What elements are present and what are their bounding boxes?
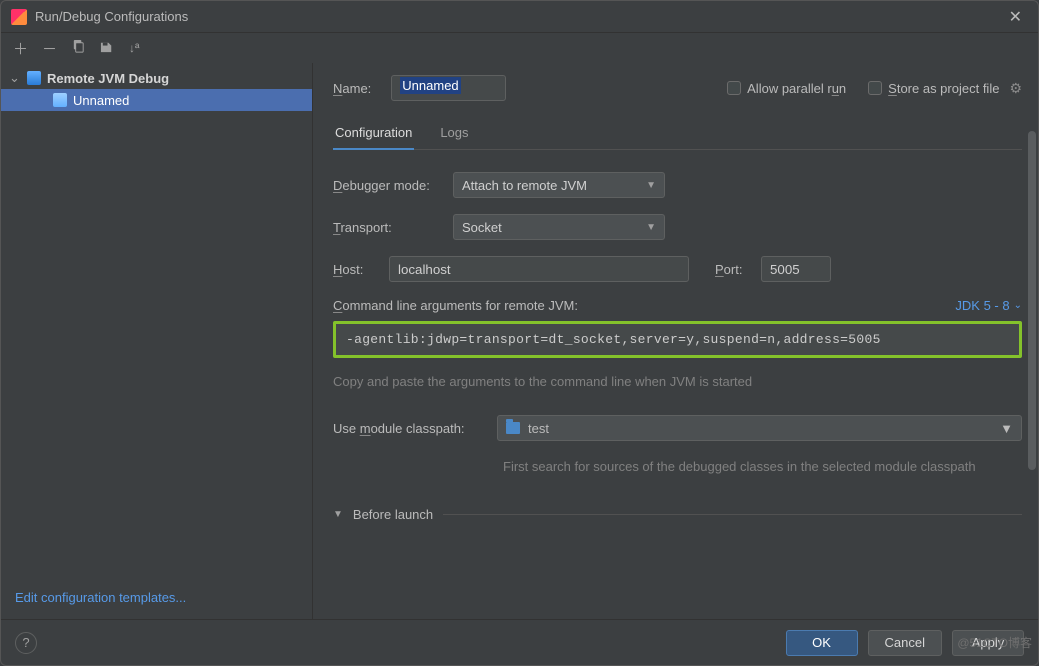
transport-select[interactable]: Socket ▼ [453, 214, 665, 240]
config-toolbar: ＋ － ↓ª [1, 33, 1038, 63]
gear-icon[interactable]: ⚙ [1009, 80, 1022, 97]
transport-label: Transport: [333, 220, 453, 235]
tree-item-unnamed[interactable]: Unnamed [1, 89, 312, 111]
ok-button[interactable]: OK [786, 630, 858, 656]
host-label: Host: [333, 262, 389, 277]
debugger-mode-label: Debugger mode: [333, 178, 453, 193]
copy-config-button[interactable] [71, 39, 86, 58]
debugger-mode-select[interactable]: Attach to remote JVM ▼ [453, 172, 665, 198]
cancel-button[interactable]: Cancel [868, 630, 942, 656]
host-field[interactable] [389, 256, 689, 282]
module-hint: First search for sources of the debugged… [503, 457, 1022, 477]
titlebar: Run/Debug Configurations ✕ [1, 1, 1038, 33]
chevron-down-icon: ▼ [333, 509, 343, 520]
cmd-args-label: Command line arguments for remote JVM: [333, 298, 578, 313]
chevron-down-icon: ▼ [646, 180, 656, 191]
allow-parallel-checkbox[interactable]: Allow parallel run [727, 81, 846, 96]
chevron-down-icon: ▼ [1000, 421, 1013, 436]
cmd-hint: Copy and paste the arguments to the comm… [333, 374, 1022, 389]
close-icon[interactable]: ✕ [1003, 5, 1028, 29]
module-classpath-value: test [528, 421, 549, 436]
jdk-version-value: JDK 5 - 8 [955, 298, 1009, 313]
jdk-version-select[interactable]: JDK 5 - 8 ⌄ [955, 298, 1022, 313]
edit-templates-link[interactable]: Edit configuration templates... [15, 590, 186, 605]
tab-configuration[interactable]: Configuration [333, 119, 414, 150]
allow-parallel-label: Allow parallel run [747, 81, 846, 96]
name-value: Unnamed [400, 77, 460, 94]
config-tree-panel: ⌄ Remote JVM Debug Unnamed Edit configur… [1, 63, 313, 619]
apply-button[interactable]: Apply [952, 630, 1024, 656]
scrollbar-thumb[interactable] [1028, 131, 1036, 470]
save-config-button[interactable] [100, 39, 115, 58]
app-icon [11, 9, 27, 25]
port-field[interactable] [761, 256, 831, 282]
store-as-file-label: Store as project file [888, 81, 999, 96]
name-label: Name: [333, 81, 371, 96]
dialog-buttons: ? OK Cancel Apply [1, 619, 1038, 665]
divider [443, 514, 1022, 515]
tree-child-label: Unnamed [73, 93, 129, 108]
add-config-button[interactable]: ＋ [13, 38, 28, 59]
checkbox-icon [868, 81, 882, 95]
remove-config-button[interactable]: － [42, 38, 57, 59]
chevron-down-icon: ▼ [646, 222, 656, 233]
debugger-mode-value: Attach to remote JVM [462, 178, 587, 193]
cmd-args-box[interactable]: -agentlib:jdwp=transport=dt_socket,serve… [333, 321, 1022, 358]
store-as-file-checkbox[interactable]: Store as project file [868, 81, 999, 96]
config-form-panel: Name: Unnamed Allow parallel run Store a… [313, 63, 1038, 619]
window-title: Run/Debug Configurations [35, 9, 1003, 24]
scrollbar[interactable] [1028, 131, 1036, 615]
sort-config-button[interactable]: ↓ª [129, 41, 139, 55]
checkbox-icon [727, 81, 741, 95]
tree-parent-remote-jvm[interactable]: ⌄ Remote JVM Debug [1, 67, 312, 89]
remote-debug-icon [27, 71, 41, 85]
chevron-down-icon: ⌄ [9, 70, 21, 86]
before-launch-label: Before launch [353, 507, 433, 522]
tree-parent-label: Remote JVM Debug [47, 71, 169, 86]
module-classpath-label: Use module classpath: [333, 421, 497, 436]
before-launch-section[interactable]: ▼ Before launch [333, 507, 1022, 522]
remote-debug-icon [53, 93, 67, 107]
module-classpath-select[interactable]: test ▼ [497, 415, 1022, 441]
chevron-down-icon: ⌄ [1014, 300, 1022, 311]
help-button[interactable]: ? [15, 632, 37, 654]
port-label: Port: [715, 262, 761, 277]
name-field[interactable]: Unnamed [391, 75, 506, 101]
transport-value: Socket [462, 220, 502, 235]
config-tabs: Configuration Logs [333, 119, 1022, 150]
tab-logs[interactable]: Logs [438, 119, 470, 149]
folder-icon [506, 422, 520, 434]
